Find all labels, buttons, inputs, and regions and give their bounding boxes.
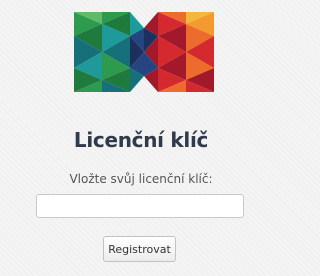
app-logo	[74, 12, 214, 92]
license-key-input[interactable]	[36, 194, 244, 218]
page-title: Licenční klíč	[73, 128, 209, 152]
license-key-label: Vložte svůj licenční klíč:	[69, 172, 213, 186]
register-button[interactable]: Registrovat	[103, 236, 176, 262]
bowtie-logo-icon	[74, 12, 214, 92]
